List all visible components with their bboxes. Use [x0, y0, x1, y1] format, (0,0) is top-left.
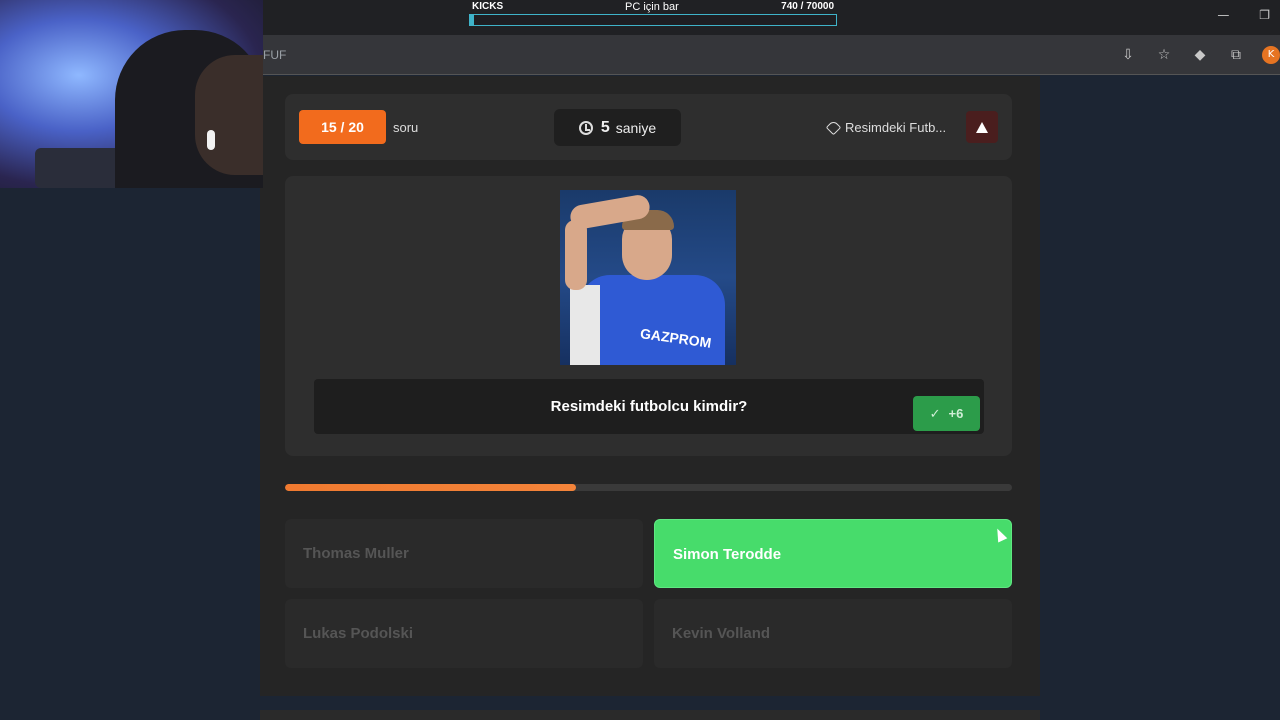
- points-value: +6: [948, 406, 964, 421]
- next-section-edge: [260, 710, 1040, 720]
- restore-button[interactable]: ❐: [1259, 8, 1270, 22]
- question-counter-badge: 15 / 20: [299, 110, 386, 144]
- webcam-overlay: [0, 0, 263, 188]
- browser-toolbar-icons: ⇩ ☆ ◆ ⧉ K: [1118, 45, 1280, 65]
- timer: 5 saniye: [554, 109, 681, 146]
- category-label: Resimdeki Futb...: [825, 119, 947, 136]
- minimize-button[interactable]: —: [1217, 8, 1229, 22]
- points-badge: ✓ +6: [913, 396, 980, 431]
- answer-option-3[interactable]: Lukas Podolski: [285, 599, 643, 668]
- question-text: Resimdeki futbolcu kimdir?: [550, 398, 748, 415]
- timer-value: 5: [600, 118, 610, 136]
- report-button[interactable]: [966, 111, 998, 143]
- quiz-header: 15 / 20 soru 5 saniye Resimdeki Futb...: [285, 94, 1012, 160]
- bookmark-star-icon[interactable]: ☆: [1154, 45, 1174, 65]
- install-app-icon[interactable]: ⇩: [1118, 45, 1138, 65]
- url-text[interactable]: FUF: [263, 48, 286, 62]
- answer-option-1[interactable]: Thomas Muller: [285, 519, 643, 588]
- quiz-progress-track: [285, 484, 1012, 491]
- player-jersey: [580, 275, 725, 365]
- stream-goal-track: [469, 14, 837, 26]
- extension-diamond-icon[interactable]: ◆: [1190, 45, 1210, 65]
- earbud: [207, 130, 215, 150]
- timer-unit: saniye: [615, 119, 657, 136]
- stream-goal-fill: [470, 15, 474, 25]
- stream-goal-left-label: KICKS: [472, 1, 504, 12]
- question-counter-label: soru: [393, 120, 419, 135]
- tag-icon: [825, 119, 842, 136]
- answer-option-4[interactable]: Kevin Volland: [654, 599, 1012, 668]
- category-text: Resimdeki Futb...: [845, 120, 947, 135]
- clock-icon: [578, 120, 593, 135]
- answer-option-2[interactable]: Simon Terodde: [654, 519, 1012, 588]
- warning-icon: [976, 121, 988, 133]
- quiz-progress-fill: [285, 484, 576, 491]
- stream-goal-count: 740 / 70000: [781, 1, 834, 12]
- question-panel: GAZPROM Resimdeki futbolcu kimdir? ✓ +6: [285, 176, 1012, 456]
- stream-goal-title: PC için bar: [625, 1, 679, 13]
- extensions-puzzle-icon[interactable]: ⧉: [1226, 45, 1246, 65]
- stream-goal-bar: KICKS PC için bar 740 / 70000: [469, 0, 837, 28]
- question-bar: Resimdeki futbolcu kimdir? ✓ +6: [314, 379, 984, 434]
- profile-avatar[interactable]: K: [1262, 46, 1280, 64]
- jersey-sleeve: [570, 285, 600, 365]
- streamer-face: [195, 55, 263, 175]
- quiz-page: 15 / 20 soru 5 saniye Resimdeki Futb... …: [260, 76, 1040, 696]
- player-photo: GAZPROM: [560, 190, 736, 365]
- window-controls: — ❐: [1191, 8, 1270, 22]
- address-bar: FUF ⇩ ☆ ◆ ⧉ K: [263, 35, 1280, 75]
- check-icon: ✓: [929, 405, 941, 421]
- player-forearm: [565, 220, 587, 290]
